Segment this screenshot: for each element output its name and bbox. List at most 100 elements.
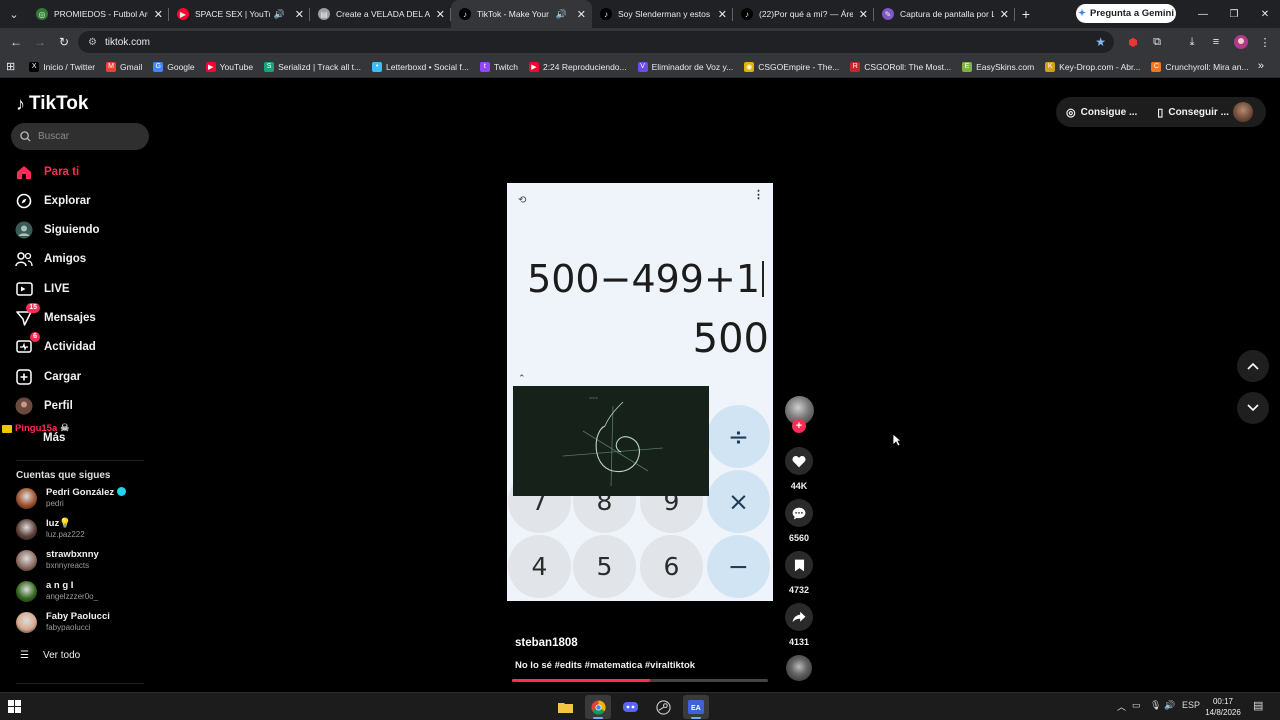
site-info-icon[interactable]: ⚙ (88, 37, 97, 48)
followed-account[interactable]: Pedri González pedri (16, 484, 156, 512)
bookmark-item[interactable]: • Letterboxd • Social f... (372, 61, 469, 72)
microphone-icon[interactable]: 🎙 (1150, 700, 1161, 711)
extensions-puzzle-icon[interactable]: ⧉ (1149, 34, 1165, 50)
address-bar[interactable]: ⚙ tiktok.com ★ (78, 31, 1114, 53)
bookmark-item[interactable]: R CSGORoll: The Most... (850, 61, 951, 72)
bookmark-item[interactable]: M Gmail (106, 61, 142, 72)
download-icon[interactable]: ⤓ (1184, 34, 1200, 50)
browser-tab[interactable]: ▤ Create a VELADA DEL AÑO ✕ (310, 0, 451, 28)
avatar (16, 487, 37, 509)
follow-plus-icon[interactable]: + (792, 419, 806, 433)
network-icon[interactable]: ▭ (1132, 700, 1141, 711)
bookmark-item[interactable]: ▶ 2:24 Reproduciendo... (528, 61, 627, 72)
extension-icon[interactable]: ⬢ (1125, 34, 1141, 50)
save-button[interactable] (785, 551, 813, 579)
nav-item-perfil[interactable]: Perfil (14, 395, 73, 417)
nav-item-amigos[interactable]: Amigos (14, 248, 86, 270)
music-disc[interactable] (786, 655, 812, 681)
see-all-link[interactable]: ☰ Ver todo (20, 650, 80, 661)
bookmark-item[interactable]: C Crunchyroll: Mira an... (1151, 61, 1249, 72)
reload-icon[interactable]: ↻ (52, 28, 76, 56)
close-tab-icon[interactable]: ✕ (1000, 8, 1009, 21)
like-button[interactable] (785, 447, 813, 475)
bookmark-item[interactable]: ▶ YouTube (205, 61, 253, 72)
nav-item-cargar[interactable]: Cargar (14, 366, 81, 388)
nav-item-more[interactable]: Más (43, 427, 65, 449)
bookmark-star-icon[interactable]: ★ (1095, 35, 1106, 49)
speaker-icon[interactable]: 🔊 (556, 9, 567, 20)
share-button[interactable] (785, 603, 813, 631)
close-window-icon[interactable]: ✕ (1250, 0, 1280, 28)
nav-item-explorar[interactable]: Explorar (14, 190, 91, 212)
discord-icon[interactable] (617, 695, 643, 719)
more-bookmarks-icon[interactable]: » (1258, 60, 1264, 72)
tiktok-logo[interactable]: ♪ TikTok (16, 93, 88, 115)
file-explorer-icon[interactable] (552, 695, 578, 719)
nav-item-actividad[interactable]: 6 Actividad (14, 332, 96, 358)
video-author[interactable]: steban1808 (515, 637, 578, 649)
tray-chevron-icon[interactable]: ︿ (1117, 700, 1126, 713)
browser-tab[interactable]: ♪ (22)Por qué a mí? — Área ✕ (733, 0, 874, 28)
language-indicator[interactable]: ESP (1182, 700, 1200, 710)
bookmark-item[interactable]: t Twitch (479, 61, 518, 72)
close-tab-icon[interactable]: ✕ (577, 8, 586, 21)
bookmark-item[interactable]: S Serializd | Track all t... (264, 61, 361, 72)
apps-grid-icon[interactable]: ⊞ (6, 60, 15, 73)
restore-icon[interactable]: ❐ (1219, 0, 1249, 28)
close-tab-icon[interactable]: ✕ (859, 8, 868, 21)
ea-app-icon[interactable]: EA (683, 695, 709, 719)
steam-icon[interactable] (650, 695, 676, 719)
browser-tab[interactable]: ◎ PROMIEDOS - Futbol Argentino ✕ (28, 0, 169, 28)
chrome-taskbar-icon[interactable] (585, 695, 611, 719)
bookmark-item[interactable]: E EasySkins.com (962, 61, 1034, 72)
profile-icon[interactable] (1233, 34, 1249, 50)
nav-item-siguiendo[interactable]: Siguiendo (14, 219, 100, 241)
minimize-icon[interactable]: — (1188, 0, 1218, 28)
bookmark-item[interactable]: X Inicio / Twitter (29, 61, 95, 72)
bookmark-item[interactable]: ◉ CSGOEmpire - The... (744, 61, 839, 72)
tab-search-icon[interactable]: ⌄ (0, 0, 28, 28)
next-video-button[interactable] (1237, 392, 1269, 424)
comment-button[interactable] (785, 499, 813, 527)
close-tab-icon[interactable]: ✕ (295, 8, 304, 21)
followed-account[interactable]: Faby Paolucci fabypaolucci (16, 608, 156, 636)
followed-account[interactable]: strawbxnny bxnnyreacts (16, 546, 156, 574)
browser-tab[interactable]: ✎ Captura de pantalla por Lig ✕ (874, 0, 1015, 28)
volume-icon[interactable]: 🔊 (1164, 700, 1175, 711)
bookmark-item[interactable]: G Google (153, 61, 195, 72)
nav-item-live[interactable]: LIVE (14, 278, 70, 300)
svg-text:EA: EA (691, 705, 701, 712)
followed-account[interactable]: luz💡 luz.paz222 (16, 515, 156, 543)
nav-item-para-ti[interactable]: Para ti (14, 161, 79, 183)
profile-avatar[interactable] (1233, 102, 1253, 122)
bookmark-item[interactable]: V Eliminador de Voz y... (637, 61, 733, 72)
nav-item-mensajes[interactable]: 15 Mensajes (14, 303, 96, 329)
get-coins-button[interactable]: ◎ Consigue ... (1056, 106, 1147, 119)
forward-icon[interactable]: → (28, 28, 52, 56)
tab-favicon-icon: ▶ (177, 8, 189, 20)
search-input[interactable] (38, 131, 138, 142)
search-box[interactable] (11, 123, 149, 150)
ask-gemini-button[interactable]: ✦ Pregunta a Gemini (1076, 4, 1176, 23)
get-app-button[interactable]: ▯ Conseguir ... (1147, 106, 1239, 119)
back-icon[interactable]: ← (4, 28, 28, 56)
video-progress-bar[interactable] (512, 679, 768, 682)
account-names: luz💡 luz.paz222 (46, 518, 85, 540)
windows-start-icon[interactable] (8, 700, 21, 713)
followed-account[interactable]: a n g Iangelzzzer0o_ (16, 577, 156, 605)
clock[interactable]: 00:17 14/8/2026 (1200, 696, 1246, 718)
close-tab-icon[interactable]: ✕ (436, 8, 445, 21)
close-tab-icon[interactable]: ✕ (718, 8, 727, 21)
media-control-icon[interactable]: ≡ (1208, 34, 1224, 50)
new-tab-button[interactable]: + (1015, 6, 1037, 22)
previous-video-button[interactable] (1237, 350, 1269, 382)
notifications-icon[interactable]: ▤ (1253, 699, 1263, 712)
bookmark-item[interactable]: K Key-Drop.com - Abr... (1045, 61, 1140, 72)
browser-menu-icon[interactable]: ⋮ (1257, 34, 1273, 50)
speaker-icon[interactable]: 🔊 (274, 9, 285, 20)
browser-tab[interactable]: ▶ SPACE SEX | YouTube Music 🔊 ✕ (169, 0, 310, 28)
close-tab-icon[interactable]: ✕ (154, 8, 163, 21)
browser-tab[interactable]: ♪ TikTok - Make Your Day 🔊 ✕ (451, 0, 592, 28)
video-player[interactable]: ⟲ ⋮ 500−499+1 500 ⌃ ÷ 7 8 9 × 4 5 6− ~~~ (507, 183, 773, 601)
browser-tab[interactable]: ♪ Soy Slenderman y estos son ✕ (592, 0, 733, 28)
